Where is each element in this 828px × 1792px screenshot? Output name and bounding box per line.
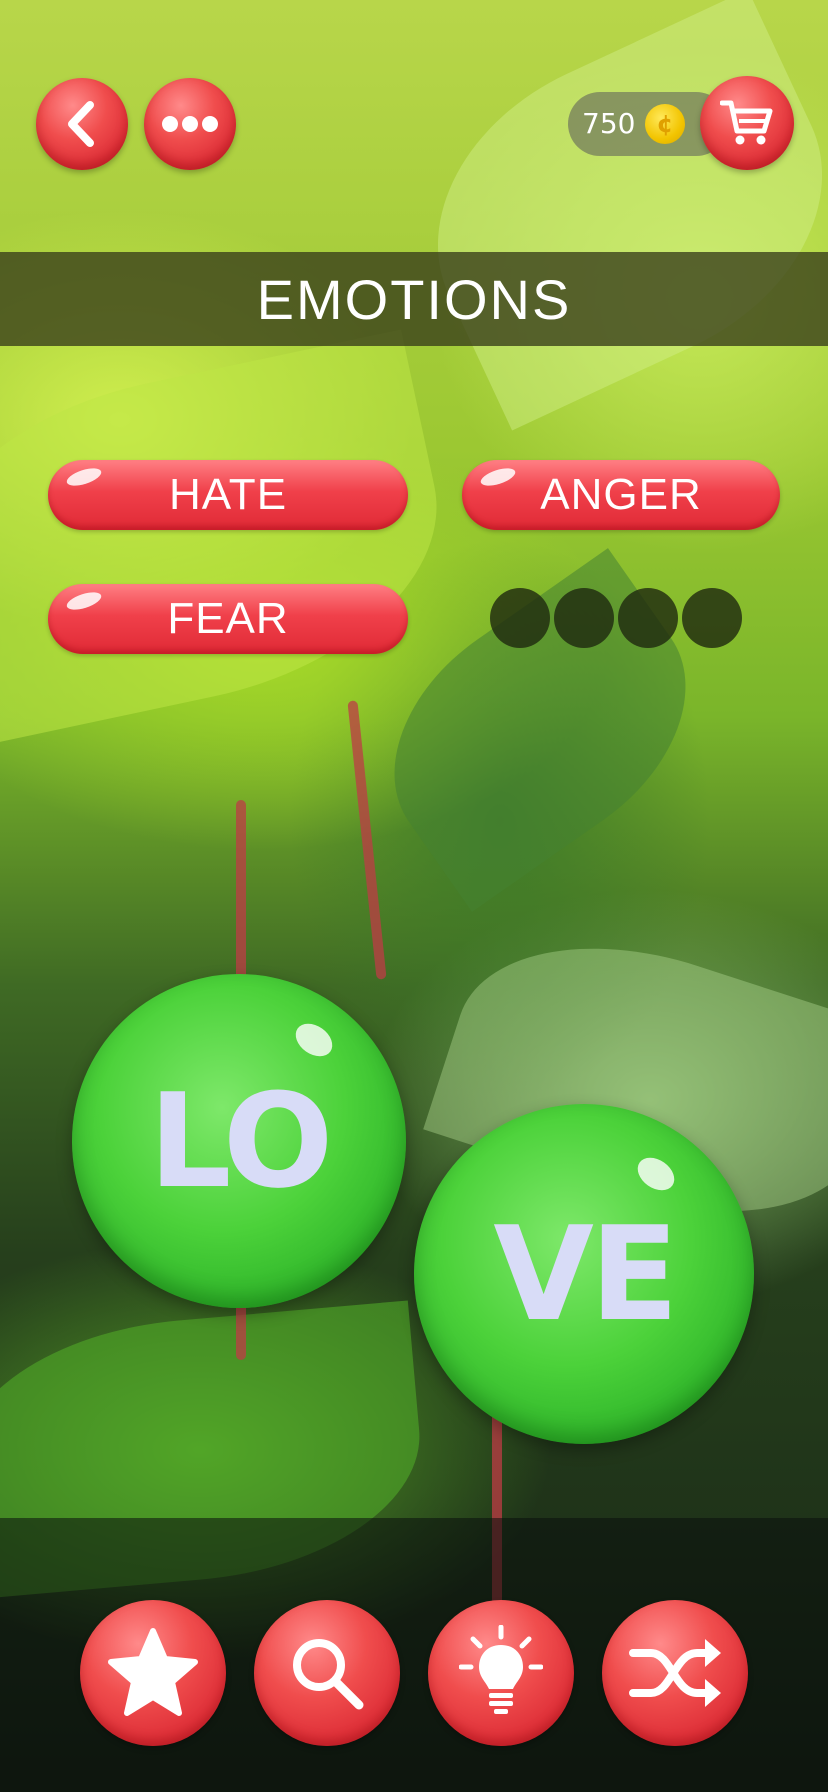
more-dots-icon xyxy=(162,116,218,132)
category-banner: EMOTIONS xyxy=(0,252,828,346)
coin-icon: ¢ xyxy=(645,104,685,144)
found-word-label: FEAR xyxy=(167,594,289,643)
found-word: FEAR xyxy=(48,584,408,654)
background-leaf xyxy=(385,0,828,431)
found-word: ANGER xyxy=(462,460,780,530)
tile-shine xyxy=(631,1151,681,1197)
letter-tile[interactable]: VE xyxy=(414,1104,754,1444)
tile-shine xyxy=(289,1017,339,1063)
menu-button[interactable] xyxy=(144,78,236,170)
category-title: EMOTIONS xyxy=(256,267,572,331)
background-leaf xyxy=(0,329,468,751)
shopping-cart-icon xyxy=(720,100,773,145)
letter-tile[interactable]: LO xyxy=(72,974,406,1308)
tile-letters: VE xyxy=(493,1198,678,1350)
hidden-word-slots xyxy=(490,588,742,648)
letter-slot xyxy=(618,588,678,648)
search-button[interactable] xyxy=(254,1600,400,1746)
hint-button[interactable] xyxy=(428,1600,574,1746)
tile-letters: LO xyxy=(148,1065,334,1217)
coin-count: 750 xyxy=(582,107,636,140)
coin-symbol: ¢ xyxy=(656,110,674,138)
shuffle-button[interactable] xyxy=(602,1600,748,1746)
shuffle-icon xyxy=(629,1639,721,1707)
back-chevron-icon xyxy=(68,101,94,147)
magnifier-icon xyxy=(293,1639,364,1710)
star-icon xyxy=(108,1628,198,1716)
found-word: HATE xyxy=(48,460,408,530)
shop-button[interactable] xyxy=(700,76,794,170)
back-button[interactable] xyxy=(36,78,128,170)
letter-slot xyxy=(554,588,614,648)
star-button[interactable] xyxy=(80,1600,226,1746)
found-word-label: ANGER xyxy=(540,470,702,519)
letter-slot xyxy=(682,588,742,648)
letter-slot xyxy=(490,588,550,648)
lightbulb-icon xyxy=(459,1625,543,1714)
background-stem xyxy=(347,700,387,980)
found-word-label: HATE xyxy=(168,470,288,519)
